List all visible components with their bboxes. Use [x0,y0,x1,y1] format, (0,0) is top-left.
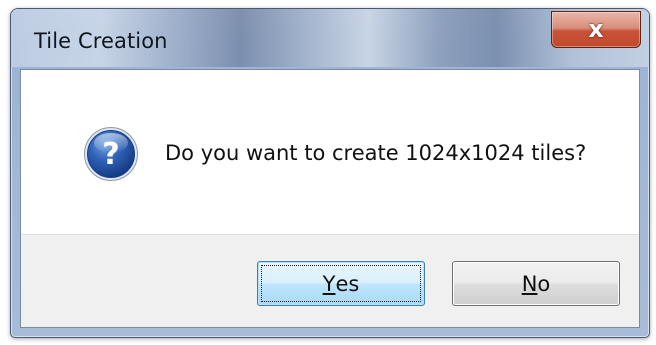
close-button[interactable]: x [551,11,641,48]
message-area: ? Do you want to create 1024x1024 tiles? [21,70,639,234]
close-icon: x [588,14,604,43]
dialog-window: Tile Creation x ? Do you want to create … [10,8,650,338]
title-bar[interactable]: Tile Creation x [11,9,649,67]
svg-text:?: ? [102,137,119,172]
yes-label-rest: es [335,271,360,296]
window-title: Tile Creation [34,29,168,53]
button-panel: Yes No [21,234,639,327]
dialog-body: ? Do you want to create 1024x1024 tiles?… [20,69,640,328]
message-text: Do you want to create 1024x1024 tiles? [165,141,587,165]
yes-mnemonic: Y [322,271,336,296]
no-mnemonic: N [521,271,538,296]
no-label-rest: o [537,271,551,296]
yes-button[interactable]: Yes [257,261,425,306]
no-button[interactable]: No [452,261,620,306]
question-icon: ? [84,127,138,181]
